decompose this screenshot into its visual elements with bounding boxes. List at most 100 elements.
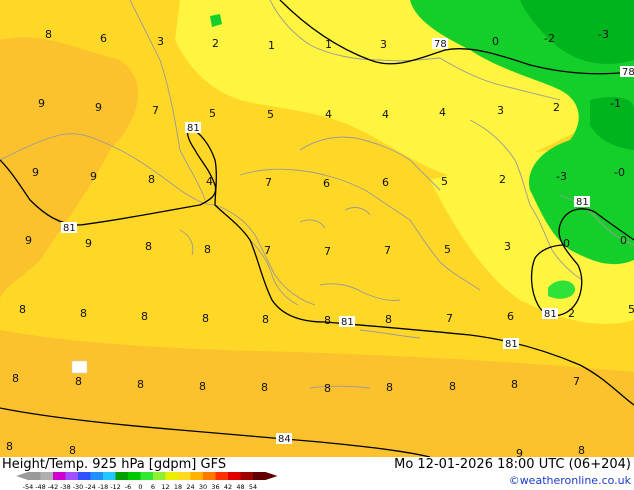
scale-swatch bbox=[103, 472, 116, 480]
scale-arrow-right bbox=[265, 472, 278, 480]
temperature-label: 5 bbox=[267, 108, 274, 121]
temperature-label: 0 bbox=[620, 234, 627, 247]
temperature-label: 8 bbox=[262, 313, 269, 326]
temperature-label: 6 bbox=[100, 32, 107, 45]
scale-tick-label: -24 bbox=[85, 483, 96, 490]
scale-swatch bbox=[215, 472, 228, 480]
temperature-label: 5 bbox=[628, 303, 634, 316]
scale-swatch bbox=[40, 472, 53, 480]
scale-tick-label: -42 bbox=[48, 483, 59, 490]
scale-tick-label: 0 bbox=[138, 483, 142, 490]
scale-swatch bbox=[128, 472, 141, 480]
temperature-label: 9 bbox=[516, 447, 523, 457]
temperature-label: 8 bbox=[75, 375, 82, 388]
temperature-label: 8 bbox=[145, 240, 152, 253]
contour-label: 81 bbox=[63, 223, 76, 234]
scale-swatch bbox=[190, 472, 203, 480]
scale-arrow-left bbox=[16, 472, 28, 480]
temperature-label: 9 bbox=[32, 166, 39, 179]
temperature-label: 4 bbox=[206, 175, 213, 188]
scale-swatch bbox=[153, 472, 166, 480]
scale-tick-label: 42 bbox=[224, 483, 232, 490]
map-title: Height/Temp. 925 hPa [gdpm] GFS bbox=[2, 457, 227, 472]
scale-swatch bbox=[115, 472, 128, 480]
temperature-label: -1 bbox=[610, 97, 621, 110]
temperature-label: 0 bbox=[492, 35, 499, 48]
scale-tick-label: -54 bbox=[23, 483, 34, 490]
scale-swatch bbox=[178, 472, 191, 480]
temperature-label: 3 bbox=[157, 35, 164, 48]
temperature-label: 4 bbox=[382, 108, 389, 121]
temperature-label: -3 bbox=[598, 28, 609, 41]
temperature-label: 2 bbox=[499, 173, 506, 186]
contour-label: 78 bbox=[622, 67, 634, 78]
temperature-label: 4 bbox=[325, 108, 332, 121]
temperature-label: 2 bbox=[553, 101, 560, 114]
temperature-label: 4 bbox=[439, 106, 446, 119]
scale-tick-label: -30 bbox=[73, 483, 84, 490]
scale-swatch bbox=[253, 472, 266, 480]
temperature-label: 7 bbox=[446, 312, 453, 325]
contour-label: 81 bbox=[576, 197, 589, 208]
temperature-label: 8 bbox=[199, 380, 206, 393]
temperature-label: 7 bbox=[324, 245, 331, 258]
temperature-label: 5 bbox=[444, 243, 451, 256]
temperature-label: 2 bbox=[212, 37, 219, 50]
scale-tick-label: -12 bbox=[110, 483, 121, 490]
temperature-label: 7 bbox=[264, 244, 271, 257]
temperature-label: 1 bbox=[268, 39, 275, 52]
contour-label: 84 bbox=[278, 434, 291, 445]
temperature-label: 3 bbox=[497, 104, 504, 117]
temperature-label: 9 bbox=[85, 237, 92, 250]
valid-time: Mo 12-01-2026 18:00 UTC (06+204) bbox=[394, 457, 631, 472]
scale-swatch bbox=[28, 472, 41, 480]
contour-label: 81 bbox=[544, 309, 557, 320]
scale-tick-label: -6 bbox=[125, 483, 131, 490]
scale-tick-label: 12 bbox=[161, 483, 169, 490]
temperature-label: 6 bbox=[507, 310, 514, 323]
temperature-label: 3 bbox=[504, 240, 511, 253]
temperature-label: 9 bbox=[38, 97, 45, 110]
scale-swatch bbox=[65, 472, 78, 480]
temperature-label: 6 bbox=[382, 176, 389, 189]
temperature-label: 8 bbox=[511, 378, 518, 391]
weather-map: 78 78 81 81 81 81 81 81 84 8 6 3 2 1 1 3… bbox=[0, 0, 634, 457]
temperature-label: 7 bbox=[265, 176, 272, 189]
scale-swatch bbox=[90, 472, 103, 480]
temperature-label: 8 bbox=[324, 382, 331, 395]
temperature-label: 8 bbox=[137, 378, 144, 391]
temperature-label: 8 bbox=[69, 444, 76, 457]
temperature-label: 8 bbox=[6, 440, 13, 453]
credit-link[interactable]: ©weatheronline.co.uk bbox=[509, 474, 631, 487]
temperature-label: 9 bbox=[95, 101, 102, 114]
temperature-label: 8 bbox=[386, 381, 393, 394]
footer: Height/Temp. 925 hPa [gdpm] GFS Mo 12-01… bbox=[0, 457, 634, 490]
temperature-label: 8 bbox=[261, 381, 268, 394]
scale-tick-label: -38 bbox=[60, 483, 71, 490]
scale-tick-label: 54 bbox=[249, 483, 257, 490]
contour-label: 78 bbox=[434, 39, 447, 50]
scale-swatch bbox=[78, 472, 91, 480]
temperature-label: 2 bbox=[568, 307, 575, 320]
scale-tick-label: 24 bbox=[186, 483, 194, 490]
temperature-label: 8 bbox=[204, 243, 211, 256]
temperature-label: 8 bbox=[202, 312, 209, 325]
scale-tick-label: 36 bbox=[211, 483, 219, 490]
marker-box bbox=[71, 360, 88, 374]
contour-label: 81 bbox=[187, 123, 200, 134]
scale-swatch bbox=[203, 472, 216, 480]
temperature-label: 9 bbox=[25, 234, 32, 247]
temperature-label: 8 bbox=[80, 307, 87, 320]
temperature-label: 8 bbox=[45, 28, 52, 41]
scale-tick-label: -18 bbox=[98, 483, 109, 490]
temperature-label: 8 bbox=[324, 314, 331, 327]
temperature-label: 7 bbox=[573, 375, 580, 388]
temperature-label: 8 bbox=[19, 303, 26, 316]
contour-label: 81 bbox=[341, 317, 354, 328]
scale-tick-label: 6 bbox=[151, 483, 155, 490]
temperature-label: 8 bbox=[449, 380, 456, 393]
temperature-label: 5 bbox=[209, 107, 216, 120]
temperature-label: 7 bbox=[152, 104, 159, 117]
scale-tick-label: 48 bbox=[236, 483, 244, 490]
temperature-label: 1 bbox=[325, 38, 332, 51]
